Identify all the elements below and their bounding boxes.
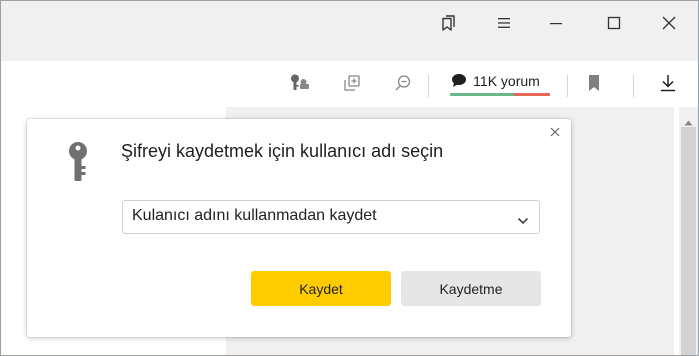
collections-button[interactable] (428, 5, 470, 41)
browser-window: 11K yorum Şifreyi kaydetmek için kullanı… (0, 0, 699, 356)
title-bar (1, 1, 698, 47)
username-select-value: Kulanıcı adını kullanmadan kaydet (132, 207, 377, 224)
comments-rating-bar (450, 93, 550, 96)
toolbar-divider (633, 75, 634, 97)
comments-count: 11K yorum (473, 73, 540, 89)
bookmarks-stack-icon (440, 14, 458, 32)
vertical-scrollbar[interactable] (679, 107, 698, 355)
close-icon (548, 126, 562, 143)
comments-widget[interactable]: 11K yorum (449, 70, 550, 98)
download-icon (658, 73, 678, 98)
minimize-icon (549, 16, 563, 30)
scrollbar-thumb[interactable] (681, 127, 696, 355)
toolbar-divider (428, 75, 429, 97)
add-window-icon (342, 73, 362, 98)
new-tab-group-button[interactable] (340, 73, 364, 97)
zoom-out-icon (393, 73, 413, 98)
downloads-button[interactable] (656, 73, 680, 97)
bookmark-button[interactable] (582, 73, 606, 97)
popup-title: Şifreyi kaydetmek için kullanıcı adı seç… (121, 141, 444, 161)
menu-icon (496, 16, 512, 30)
popup-close-button[interactable] (548, 125, 562, 139)
zoom-out-button[interactable] (391, 73, 415, 97)
save-button[interactable]: Kaydet (251, 271, 391, 306)
toolbar-divider (567, 75, 568, 97)
key-icon (65, 141, 91, 188)
close-window-button[interactable] (648, 5, 690, 41)
minimize-button[interactable] (535, 5, 577, 41)
address-toolbar: 11K yorum (1, 61, 698, 107)
maximize-icon (607, 16, 621, 30)
dont-save-button[interactable]: Kaydetme (401, 271, 541, 306)
main-menu-button[interactable] (483, 5, 525, 41)
bookmark-icon (587, 74, 601, 97)
close-icon (662, 16, 676, 30)
chevron-down-icon (517, 212, 529, 230)
keys-icon (288, 73, 310, 98)
maximize-button[interactable] (593, 5, 635, 41)
save-password-popup: Şifreyi kaydetmek için kullanıcı adı seç… (27, 119, 571, 337)
password-manager-button[interactable] (287, 73, 311, 97)
username-select[interactable]: Kulanıcı adını kullanmadan kaydet (122, 200, 540, 234)
